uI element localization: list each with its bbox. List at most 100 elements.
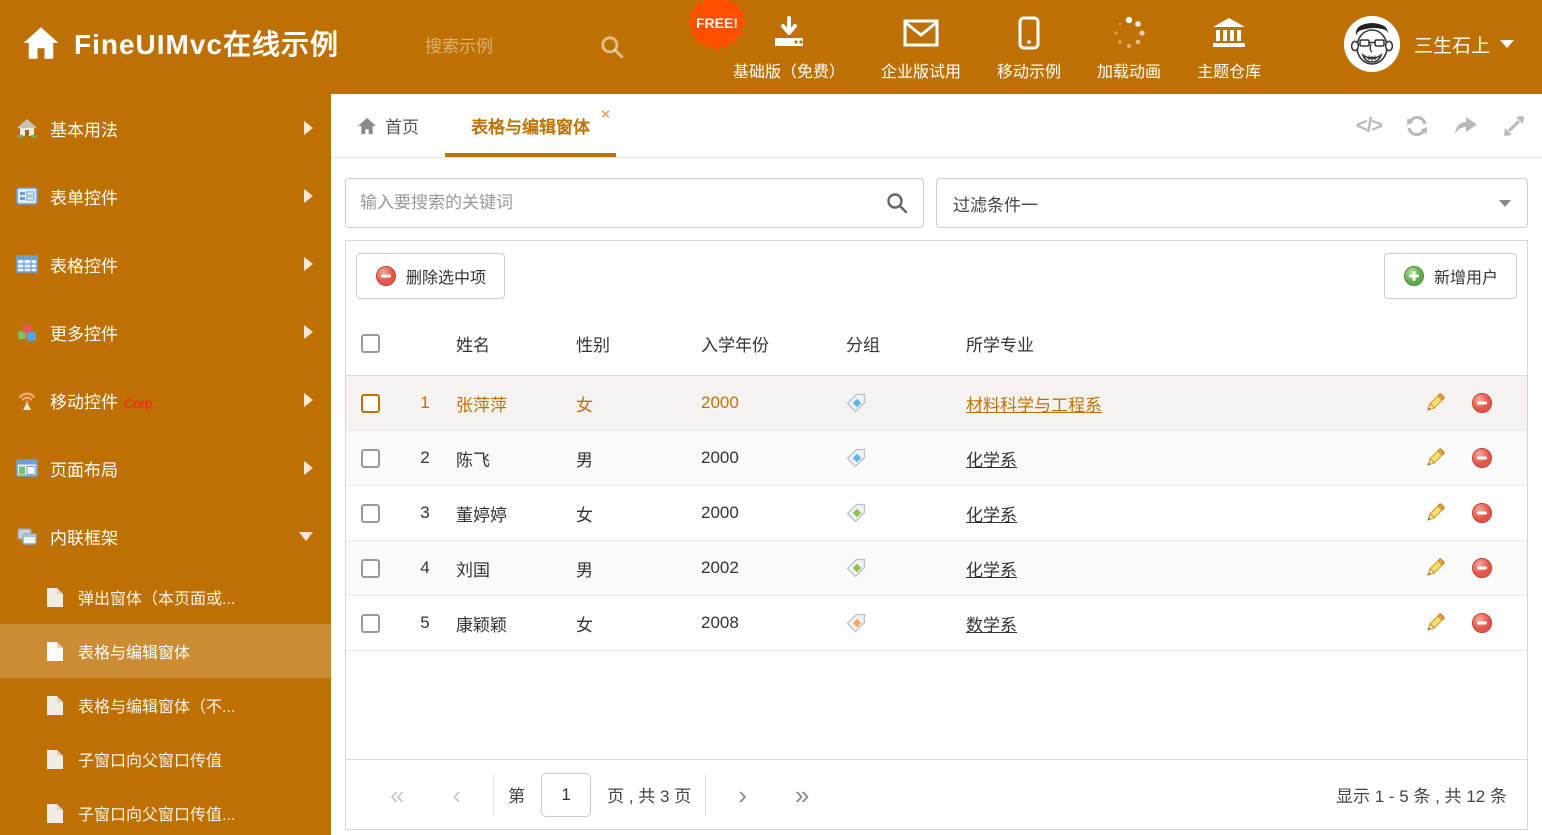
sidebar-item-inline-frames[interactable]: 内联框架 xyxy=(0,502,331,570)
major-link[interactable]: 化学系 xyxy=(966,446,1017,471)
delete-icon[interactable] xyxy=(1471,557,1493,579)
col-major[interactable]: 所学专业 xyxy=(966,311,1407,375)
nav-item-loading-anim[interactable]: 加载动画 xyxy=(1079,0,1179,94)
delete-selected-button[interactable]: 删除选中项 xyxy=(356,253,506,299)
edit-icon[interactable] xyxy=(1423,556,1447,580)
row-checkbox[interactable] xyxy=(361,503,380,523)
edit-icon[interactable] xyxy=(1423,501,1447,525)
last-page-button[interactable]: » xyxy=(771,782,833,808)
delete-icon[interactable] xyxy=(1471,502,1493,524)
tag-icon xyxy=(846,393,866,413)
row-checkbox[interactable] xyxy=(361,613,380,633)
add-user-button[interactable]: 新增用户 xyxy=(1383,253,1517,299)
col-group[interactable]: 分组 xyxy=(846,311,966,375)
keyword-search-box[interactable] xyxy=(345,178,924,228)
house-icon xyxy=(17,119,37,138)
table-row[interactable]: 3 董婷婷 女 2000 化学系 xyxy=(346,486,1527,541)
row-checkbox[interactable] xyxy=(361,393,380,413)
header-search[interactable] xyxy=(425,28,640,66)
filter-dropdown[interactable]: 过滤条件一 xyxy=(936,178,1528,228)
sidebar-item-page-layout[interactable]: 页面布局 xyxy=(0,434,331,502)
sidebar-item-grid-controls[interactable]: 表格控件 xyxy=(0,230,331,298)
col-name[interactable]: 姓名 xyxy=(446,311,576,375)
cell-name: 董婷婷 xyxy=(456,505,507,525)
row-index: 3 xyxy=(420,503,430,522)
row-checkbox[interactable] xyxy=(361,558,380,578)
major-link[interactable]: 化学系 xyxy=(966,556,1017,581)
search-icon[interactable] xyxy=(599,34,625,60)
sidebar-item-form-controls[interactable]: 表单控件 xyxy=(0,162,331,230)
sidebar-item-mobile-controls[interactable]: 移动控件 Corp. xyxy=(0,366,331,434)
nav-item-mobile-demo[interactable]: 移动示例 xyxy=(979,0,1079,94)
delete-icon[interactable] xyxy=(1471,392,1493,414)
major-link[interactable]: 数学系 xyxy=(966,611,1017,636)
sidebar-subitem-popup-window[interactable]: 弹出窗体（本页面或... xyxy=(0,570,331,624)
sidebar-subitem-child-to-parent[interactable]: 子窗口向父窗口传值 xyxy=(0,732,331,786)
keyword-search-input[interactable] xyxy=(360,193,885,213)
mobile-icon xyxy=(1018,14,1040,52)
row-checkbox[interactable] xyxy=(361,448,380,468)
nav-item-basic-free[interactable]: FREE! 基础版（免费） xyxy=(687,0,863,94)
major-link[interactable]: 材料科学与工程系 xyxy=(966,391,1102,416)
cell-name: 张萍萍 xyxy=(456,395,507,415)
tab-home[interactable]: 首页 xyxy=(331,94,445,157)
nav-item-theme-repo[interactable]: 主题仓库 xyxy=(1179,0,1279,94)
view-source-icon[interactable]: </> xyxy=(1356,115,1383,138)
sidebar-subitem-label: 表格与编辑窗体（不... xyxy=(78,699,236,716)
first-page-button[interactable]: « xyxy=(366,782,428,808)
page-prefix: 第 xyxy=(508,787,526,806)
select-all-checkbox[interactable] xyxy=(361,333,380,353)
search-icon[interactable] xyxy=(885,191,909,215)
user-menu[interactable]: 三生石上 xyxy=(1343,16,1514,72)
sidebar-subitem-grid-edit-window-2[interactable]: 表格与编辑窗体（不... xyxy=(0,678,331,732)
sidebar-subitem-child-to-parent-2[interactable]: 子窗口向父窗口传值... xyxy=(0,786,331,835)
prev-page-button[interactable]: ‹ xyxy=(428,782,485,808)
divider xyxy=(705,773,707,816)
file-icon xyxy=(47,749,63,769)
col-year[interactable]: 入学年份 xyxy=(701,311,846,375)
table-row[interactable]: 5 康颖颖 女 2008 数学系 xyxy=(346,596,1527,651)
app-window: FineUIMvc在线示例 FREE! xyxy=(0,0,1542,835)
col-gender[interactable]: 性别 xyxy=(576,311,701,375)
sidebar-item-label: 移动控件 Corp. xyxy=(50,392,156,412)
chevron-right-icon xyxy=(304,257,313,271)
cell-name: 刘国 xyxy=(456,560,490,580)
cell-gender: 女 xyxy=(576,395,593,415)
tag-icon xyxy=(846,503,866,523)
home-icon xyxy=(23,27,59,59)
remove-icon xyxy=(376,266,396,286)
next-page-button[interactable]: › xyxy=(714,782,771,808)
tag-icon xyxy=(846,448,866,468)
tag-icon xyxy=(846,613,866,633)
user-name: 三生石上 xyxy=(1413,35,1490,57)
major-link[interactable]: 化学系 xyxy=(966,501,1017,526)
add-user-label: 新增用户 xyxy=(1433,270,1498,287)
page-number-input[interactable] xyxy=(541,772,592,817)
tab-grid-edit-window[interactable]: 表格与编辑窗体 × xyxy=(445,94,616,157)
sidebar-subitem-grid-edit-window[interactable]: 表格与编辑窗体 xyxy=(0,624,331,678)
delete-icon[interactable] xyxy=(1471,447,1493,469)
edit-icon[interactable] xyxy=(1423,611,1447,635)
delete-icon[interactable] xyxy=(1471,612,1493,634)
sidebar-item-basic-usage[interactable]: 基本用法 xyxy=(0,94,331,162)
table-row[interactable]: 4 刘国 男 2002 化学系 xyxy=(346,541,1527,596)
expand-icon[interactable] xyxy=(1502,114,1526,138)
share-icon[interactable] xyxy=(1452,114,1480,138)
brand[interactable]: FineUIMvc在线示例 xyxy=(20,22,339,64)
cell-gender: 女 xyxy=(576,505,593,525)
table-row[interactable]: 2 陈飞 男 2000 化学系 xyxy=(346,431,1527,486)
refresh-icon[interactable] xyxy=(1404,114,1430,138)
close-icon[interactable]: × xyxy=(601,106,610,123)
sidebar-item-more-controls[interactable]: 更多控件 xyxy=(0,298,331,366)
header-search-input[interactable] xyxy=(425,37,585,57)
edit-icon[interactable] xyxy=(1423,446,1447,470)
avatar xyxy=(1343,16,1400,72)
edit-icon[interactable] xyxy=(1423,391,1447,415)
cell-year: 2002 xyxy=(701,558,739,577)
table-row[interactable]: 1 张萍萍 女 2000 材料科学与工程系 xyxy=(346,376,1527,431)
file-icon xyxy=(47,641,63,661)
col-actions xyxy=(1407,311,1527,375)
nav-label: 主题仓库 xyxy=(1197,64,1262,81)
nav-item-enterprise-trial[interactable]: 企业版试用 xyxy=(863,0,979,94)
divider xyxy=(493,773,495,816)
